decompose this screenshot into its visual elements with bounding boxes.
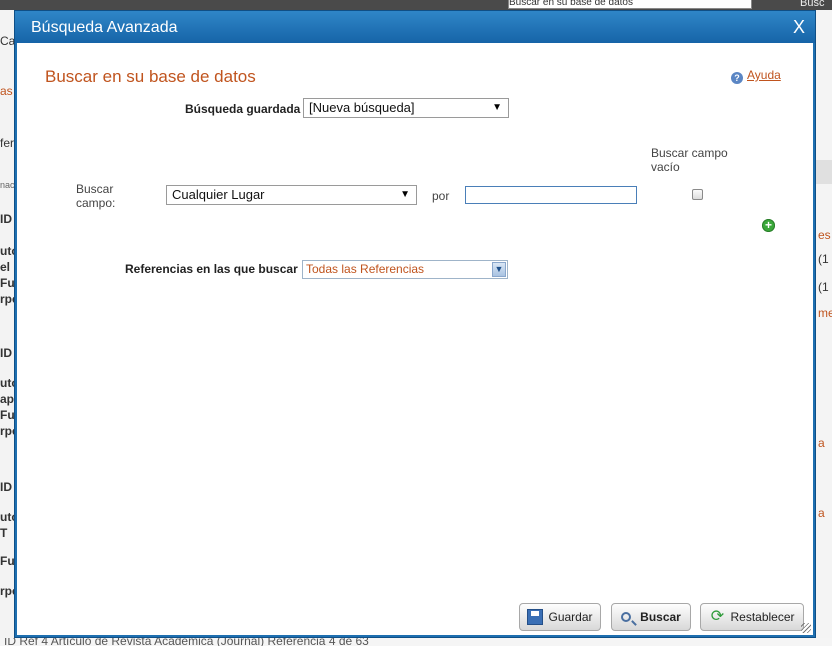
reset-button[interactable]: ⟳ Restablecer <box>700 603 804 631</box>
bg-left-text: ID <box>0 212 12 226</box>
refresh-icon: ⟳ <box>710 608 725 625</box>
saved-search-select[interactable]: [Nueva búsqueda] ▼ <box>303 98 509 118</box>
bg-bottom-text: ID Ref 4 Artículo de Revista Académica (… <box>4 638 369 646</box>
plus-circle-icon[interactable]: + <box>762 219 775 232</box>
bg-left-text: el <box>0 260 11 274</box>
empty-field-label: Buscar campo vacío <box>651 146 728 174</box>
dialog-title: Búsqueda Avanzada <box>31 19 178 36</box>
field-label-line1: Buscar <box>76 182 114 196</box>
bg-right-text[interactable]: es <box>818 228 831 242</box>
dialog-titlebar[interactable]: Búsqueda Avanzada X <box>15 11 815 43</box>
bg-left-text: Fu <box>0 554 15 568</box>
chevron-down-icon: ▼ <box>492 102 502 113</box>
bg-right-text: (1 <box>818 252 829 266</box>
bg-left-text: nac <box>0 180 15 190</box>
bg-right-text[interactable]: a <box>818 436 825 450</box>
empty-field-checkbox[interactable] <box>692 189 703 200</box>
field-label-line2: campo: <box>76 196 116 210</box>
references-select[interactable]: Todas las Referencias ▼ <box>302 260 508 279</box>
bg-left-text: as <box>0 84 13 98</box>
bg-right-text[interactable]: me <box>818 306 832 320</box>
field-label: Buscar campo: <box>76 182 115 210</box>
chevron-down-icon: ▼ <box>492 262 506 277</box>
bg-right-text[interactable]: a <box>818 506 825 520</box>
resize-handle[interactable] <box>801 623 811 633</box>
close-icon[interactable]: X <box>793 17 805 38</box>
background-search-label[interactable]: Busc <box>800 0 824 9</box>
bg-right-band <box>816 160 832 184</box>
bg-left-text: ID <box>0 480 12 494</box>
bg-left-text: Fu <box>0 276 15 290</box>
bg-left-text: ID <box>0 346 12 360</box>
save-button-label: Guardar <box>548 610 593 624</box>
magnifier-icon <box>621 612 632 622</box>
page-title: Buscar en su base de datos <box>45 67 256 86</box>
references-label: Referencias en las que buscar <box>125 262 298 276</box>
bg-left-text: Fu <box>0 408 15 422</box>
background-right-column: es (1 (1 me a a <box>816 10 832 640</box>
references-select-value: Todas las Referencias <box>306 262 425 276</box>
reset-button-label: Restablecer <box>730 610 795 624</box>
bg-left-text: fer <box>0 136 15 150</box>
empty-field-label-line2: vacío <box>651 160 680 174</box>
search-button[interactable]: Buscar <box>611 603 691 631</box>
field-select[interactable]: Cualquier Lugar ▼ <box>166 185 417 205</box>
background-search-box[interactable]: Buscar en su base de datos <box>508 0 752 9</box>
bg-right-text: (1 <box>818 280 829 294</box>
search-term-input[interactable] <box>465 186 637 204</box>
saved-search-value: [Nueva búsqueda] <box>309 100 415 115</box>
bg-left-text: ap <box>0 392 15 406</box>
help-link[interactable]: ? Ayuda <box>731 68 781 84</box>
saved-search-label: Búsqueda guardada <box>185 102 301 116</box>
por-label: por <box>432 189 450 203</box>
background-bottom-row: ID Ref 4 Artículo de Revista Académica (… <box>0 638 832 646</box>
save-button[interactable]: Guardar <box>519 603 601 631</box>
help-icon: ? <box>731 72 743 84</box>
field-select-value: Cualquier Lugar <box>172 187 265 202</box>
floppy-disk-icon <box>527 609 544 625</box>
bg-left-text: T <box>0 526 8 540</box>
help-label: Ayuda <box>747 68 781 82</box>
advanced-search-dialog: Búsqueda Avanzada X Buscar en su base de… <box>14 10 816 638</box>
background-left-column: Ca as fer nac ID uto el Fu rpe ID uto ap… <box>0 10 19 640</box>
empty-field-label-line1: Buscar campo <box>651 146 728 160</box>
search-button-label: Buscar <box>640 610 681 624</box>
dialog-content: Buscar en su base de datos ? Ayuda Búsque… <box>17 43 813 635</box>
chevron-down-icon: ▼ <box>400 189 410 200</box>
